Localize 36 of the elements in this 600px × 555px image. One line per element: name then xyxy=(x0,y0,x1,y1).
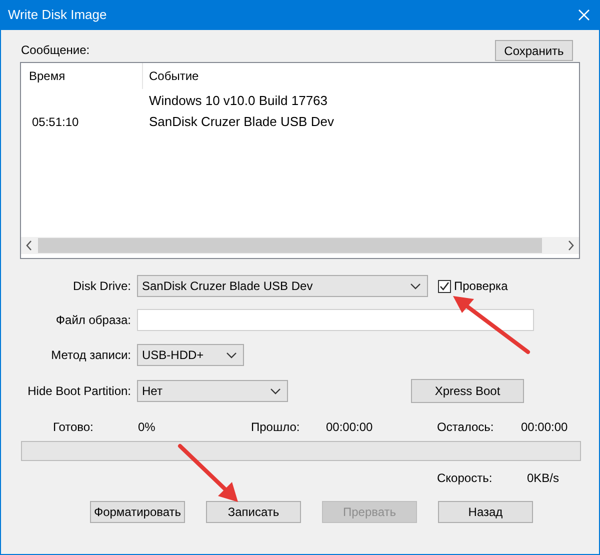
column-header: Событие xyxy=(148,68,199,85)
field-label: Файл образа: xyxy=(54,312,132,329)
save-button[interactable]: Сохранить xyxy=(495,40,573,61)
event-cell-text: Windows 10 v10.0 Build 17763 xyxy=(148,92,328,110)
check-icon xyxy=(439,280,450,292)
status-value: 00:00:00 xyxy=(521,419,568,436)
disk-drive-dropdown[interactable]: SanDisk Cruzer Blade USB Dev xyxy=(137,275,428,297)
dialog-button[interactable]: Форматировать xyxy=(90,501,185,523)
status-value: 00:00:00 xyxy=(326,419,373,436)
checkbox-label: Проверка xyxy=(454,278,508,295)
status-value: 0% xyxy=(138,419,156,436)
field-label: Сообщение: xyxy=(21,42,90,59)
status-label: Прошло: xyxy=(251,419,301,436)
field-label: Hide Boot Partition: xyxy=(26,383,132,400)
field-label: Метод записи: xyxy=(50,347,132,364)
image-file-field[interactable] xyxy=(137,309,534,331)
field-label: Disk Drive: xyxy=(72,278,132,295)
status-label: Осталось: xyxy=(437,419,495,436)
status-label: Скорость: xyxy=(437,470,494,485)
dialog-button[interactable]: Записать xyxy=(206,501,301,523)
window-title: Write Disk Image xyxy=(8,6,107,24)
column-header: Время xyxy=(21,63,143,89)
dialog-button[interactable]: Xpress Boot xyxy=(411,379,524,403)
close-icon[interactable] xyxy=(578,9,590,21)
time-cell: 05:51:10 xyxy=(32,114,79,128)
write-method-dropdown[interactable]: USB-HDD+ xyxy=(137,344,244,366)
chevron-down-icon xyxy=(226,352,237,358)
verify-checkbox[interactable] xyxy=(438,280,451,292)
chevron-down-icon xyxy=(410,282,421,290)
event-cell-text: SanDisk Cruzer Blade USB Dev xyxy=(148,112,334,131)
dialog-button[interactable]: Назад xyxy=(438,501,533,523)
status-label: Готово: xyxy=(53,419,94,436)
hide-boot-dropdown[interactable]: Нет xyxy=(137,380,288,402)
horizontal-scrollbar[interactable] xyxy=(21,237,579,254)
status-value: 0KB/s xyxy=(527,470,560,485)
chevron-down-icon xyxy=(270,388,281,394)
